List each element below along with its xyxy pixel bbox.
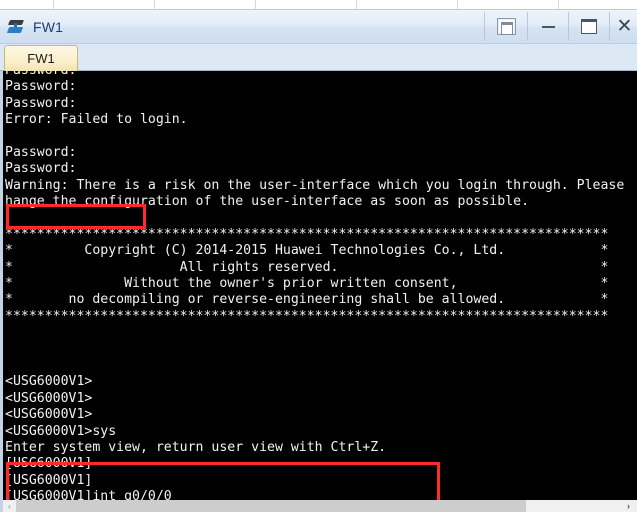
close-window-button[interactable]: ✕: [609, 12, 637, 41]
terminal-line: * Copyright (C) 2014-2015 Huawei Technol…: [5, 243, 609, 259]
ruler-tick: [53, 0, 54, 9]
terminal-line: [USG6000V1]int g0/0/0: [5, 489, 172, 500]
tab-fw1[interactable]: FW1: [4, 45, 78, 71]
terminal-line: <USG6000V1>sys: [5, 423, 117, 439]
minimize-window-button[interactable]: [527, 12, 568, 41]
close-icon: ✕: [616, 16, 633, 37]
screenshot-root: FW1 ✕ FW1 Password: Password: Error: Fai…: [0, 0, 637, 512]
terminal-line: * Without the owner's prior written cons…: [5, 276, 609, 292]
terminal-line: Warning: There is a risk on the user-int…: [5, 177, 625, 193]
maximize-window-button[interactable]: [568, 12, 609, 41]
terminal-line: ****************************************…: [5, 226, 609, 242]
terminal-output[interactable]: Password:Password:Password:Error: Failed…: [3, 71, 637, 500]
maximize-icon: [581, 19, 597, 34]
terminal-line: Enter system view, return user view with…: [5, 439, 387, 455]
console-window: FW1 ✕ FW1 Password: Password: Error: Fai…: [0, 10, 637, 512]
terminal-frame: Password:Password:Password:Error: Failed…: [0, 71, 637, 512]
terminal-line: <USG6000V1>: [5, 390, 93, 406]
minimize-icon: [541, 25, 555, 28]
terminal-line: * no decompiling or reverse-engineering …: [5, 292, 609, 308]
tab-label: FW1: [27, 51, 55, 66]
horizontal-scrollbar[interactable]: ‹ ›: [3, 500, 637, 512]
ruler-tick: [356, 0, 357, 9]
restore-icon: [496, 18, 516, 35]
restore-window-button[interactable]: [484, 12, 527, 41]
terminal-line: [USG6000V1]: [5, 472, 93, 488]
terminal-line: Error: Failed to login.: [5, 112, 188, 128]
terminal-line: Password:: [5, 144, 77, 160]
terminal-line: * All rights reserved. *: [5, 259, 609, 275]
terminal-line: Password:: [5, 161, 77, 177]
ruler-tick: [558, 0, 559, 9]
terminal-line: [USG6000V1]: [5, 456, 93, 472]
scrollbar-track[interactable]: [16, 500, 620, 512]
terminal-line: ****************************************…: [5, 308, 609, 324]
scrollbar-thumb[interactable]: [16, 500, 527, 512]
ruler-tick: [255, 0, 256, 9]
scroll-right-arrow-icon[interactable]: ›: [620, 500, 637, 512]
window-controls: ✕: [484, 12, 637, 41]
window-titlebar: FW1 ✕: [0, 10, 637, 44]
terminal-line: hange the configuration of the user-inte…: [5, 194, 530, 210]
terminal-line: <USG6000V1>: [5, 407, 93, 423]
tab-strip: FW1: [0, 44, 637, 71]
terminal-lines: Password:Password:Password:Error: Failed…: [5, 71, 624, 500]
terminal-line: Password:: [5, 95, 77, 111]
scroll-left-arrow-icon[interactable]: ‹: [3, 500, 16, 512]
terminal-line: <USG6000V1>: [5, 374, 93, 390]
terminal-line: Password:: [5, 71, 624, 79]
firewall-device-icon: [6, 17, 26, 37]
ruler-tick: [154, 0, 155, 9]
ruler-tick: [457, 0, 458, 9]
background-ruler: [0, 0, 637, 9]
terminal-line: Password:: [5, 79, 77, 95]
window-title: FW1: [33, 18, 64, 35]
